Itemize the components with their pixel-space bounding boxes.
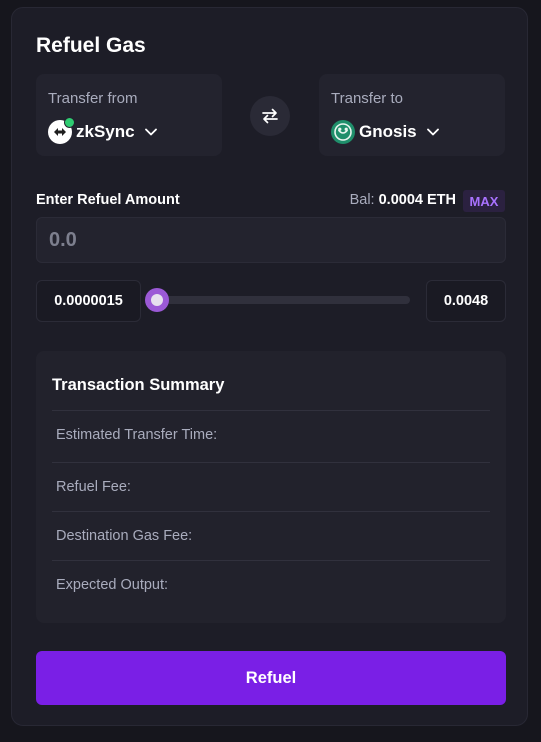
gnosis-logo-icon [331, 120, 355, 144]
balance-value: 0.0004 ETH [378, 192, 456, 208]
swap-chains-button[interactable] [250, 96, 290, 136]
transaction-summary-panel: Transaction Summary Estimated Transfer T… [36, 351, 506, 623]
summary-row-transfer-time: Estimated Transfer Time: [52, 410, 490, 459]
range-min-value: 0.0000015 [36, 280, 141, 322]
swap-arrows-icon [262, 108, 278, 124]
chevron-down-icon [144, 128, 157, 136]
refuel-amount-label: Enter Refuel Amount [36, 192, 180, 208]
online-status-dot [64, 117, 75, 128]
transfer-to-label: Transfer to [331, 90, 403, 107]
transfer-to-chain: Gnosis [359, 122, 417, 141]
max-button[interactable]: MAX [463, 190, 505, 212]
refuel-card: Refuel Gas Transfer from zkSync Transfer… [11, 7, 528, 726]
transfer-from-select[interactable]: zkSync [48, 117, 157, 144]
summary-row-refuel-fee: Refuel Fee: [52, 462, 490, 511]
summary-row-destination-gas-fee: Destination Gas Fee: [52, 511, 490, 560]
range-max-value: 0.0048 [426, 280, 506, 322]
refuel-amount-input[interactable] [36, 217, 506, 263]
amount-slider-thumb[interactable] [145, 288, 169, 312]
zksync-logo-icon [48, 117, 75, 144]
refuel-button[interactable]: Refuel [36, 651, 506, 705]
chevron-down-icon [426, 128, 439, 136]
transfer-from-panel: Transfer from zkSync [36, 74, 222, 156]
summary-row-expected-output: Expected Output: [52, 560, 490, 609]
page-title: Refuel Gas [36, 34, 146, 57]
summary-title: Transaction Summary [52, 376, 225, 394]
amount-slider-track[interactable] [148, 296, 410, 304]
balance-prefix: Bal: [349, 192, 375, 208]
transfer-to-panel: Transfer to Gnosis [319, 74, 505, 156]
transfer-from-chain: zkSync [76, 122, 135, 141]
transfer-to-select[interactable]: Gnosis [331, 120, 439, 144]
transfer-from-label: Transfer from [48, 90, 138, 107]
balance-display: Bal: 0.0004 ETH [350, 192, 456, 208]
